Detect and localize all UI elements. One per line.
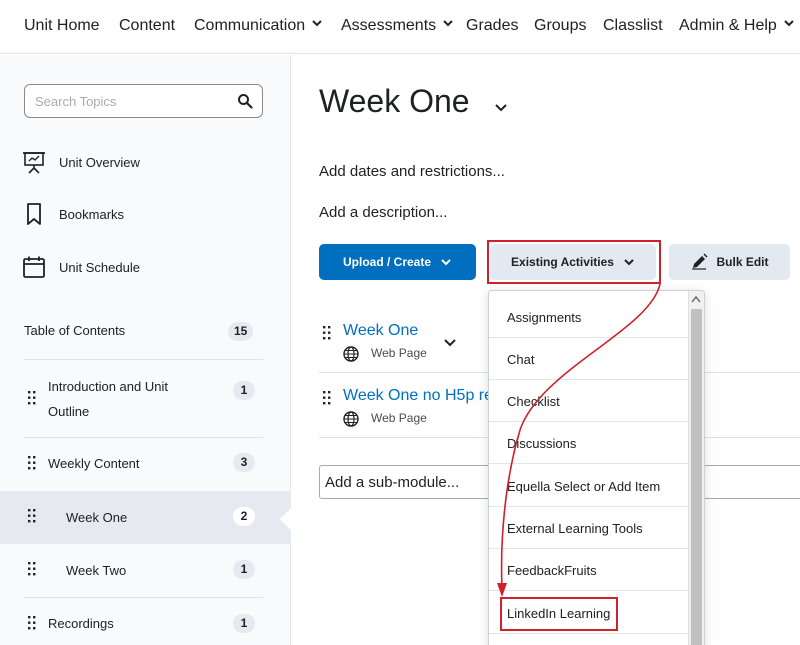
topic-item[interactable]: Week One Web Page [319,322,489,362]
toc-item-week-one[interactable]: Week One 2 [0,491,292,544]
chevron-down-icon[interactable] [443,336,457,350]
sidebar: Unit Overview Bookmarks Unit Schedule Ta… [0,55,292,645]
presentation-board-icon [23,152,45,174]
chevron-down-icon [784,20,794,27]
globe-icon [343,346,359,362]
menu-item-label: Checklist [507,394,560,409]
drag-handle-icon[interactable] [28,562,36,576]
bookmarks-link[interactable]: Bookmarks [22,201,124,227]
add-submodule-label: Add a sub-module... [325,474,460,491]
topic-type-label: Web Page [371,346,427,360]
search-icon[interactable] [237,93,253,109]
toc-item-label: Weekly Content [48,456,140,471]
menu-item-label: Chat [507,352,535,367]
menu-item-label: Discussions [507,436,577,451]
drag-handle-icon[interactable] [28,616,36,630]
nav-content[interactable]: Content [119,17,175,35]
nav-communication-label: Communication [194,17,306,34]
unit-schedule-link[interactable]: Unit Schedule [22,254,140,280]
pencil-icon [692,253,709,270]
chevron-down-icon[interactable] [494,101,508,115]
menu-item-equella[interactable]: Equella Select or Add Item [489,465,689,507]
nav-assessments-label: Assessments [341,17,437,34]
bulk-edit-button[interactable]: Bulk Edit [669,244,790,280]
menu-item-external-learning-tools[interactable]: External Learning Tools [489,507,689,549]
toc-item-count-badge: 1 [233,560,255,579]
search-input[interactable] [35,91,225,111]
toc-count-badge: 15 [228,322,254,341]
menu-item-label: FeedbackFruits [507,563,597,578]
chevron-down-icon [441,259,451,266]
unit-overview-label: Unit Overview [59,154,140,170]
drag-handle-icon[interactable] [323,326,331,340]
drag-handle-icon[interactable] [28,456,36,470]
nav-assessments[interactable]: Assessments [341,17,454,35]
unit-overview-link[interactable]: Unit Overview [22,149,140,175]
drag-handle-icon[interactable] [28,509,36,523]
search-box [24,84,263,118]
page-title[interactable]: Week One [319,83,470,120]
table-of-contents-heading[interactable]: Table of Contents [24,323,125,338]
upload-create-button[interactable]: Upload / Create [319,244,476,280]
bookmark-icon [27,203,41,225]
topic-item[interactable]: Week One no H5p re Web Page [319,387,493,427]
scrollbar[interactable] [688,291,704,645]
toc-item-count-badge: 1 [233,614,255,633]
nav-admin-help-label: Admin & Help [679,17,777,34]
menu-item-label: Equella Select or Add Item [507,479,661,494]
upload-create-label: Upload / Create [342,255,432,269]
highlight-box [500,597,618,631]
nav-groups[interactable]: Groups [534,17,586,35]
add-dates-link[interactable]: Add dates and restrictions... [319,163,505,180]
toc-item-introduction[interactable]: Introduction and Unit Outline 1 [0,360,291,437]
menu-item-label: Assignments [507,310,582,325]
toc-item-weekly-content[interactable]: Weekly Content 3 [0,438,291,490]
nav-communication[interactable]: Communication [194,17,323,35]
toc-item-label: Week Two [66,563,127,578]
add-description-link[interactable]: Add a description... [319,204,447,221]
toc-item-count-badge: 3 [233,453,255,472]
nav-classlist[interactable]: Classlist [603,17,663,35]
toc-item-week-two[interactable]: Week Two 1 [0,544,291,597]
nav-grades[interactable]: Grades [466,17,518,35]
toc-item-count-badge: 1 [233,381,255,400]
menu-item-chat[interactable]: Chat [489,338,689,380]
scrollbar-thumb[interactable] [691,309,702,645]
menu-item-assignments[interactable]: Assignments [489,296,689,338]
topic-type-label: Web Page [371,411,427,425]
scroll-up-arrow-icon[interactable] [691,295,701,303]
chevron-down-icon [312,20,322,27]
topic-title-link[interactable]: Week One [343,322,418,340]
globe-icon [343,411,359,427]
toc-item-label: Introduction and Unit Outline [48,379,168,419]
topic-title-link[interactable]: Week One no H5p re [343,387,493,405]
toc-item-recordings[interactable]: Recordings 1 [0,598,291,645]
chevron-down-icon [443,20,453,27]
nav-admin-help[interactable]: Admin & Help [679,17,795,35]
toc-item-label: Recordings [48,616,114,631]
unit-schedule-label: Unit Schedule [59,259,140,275]
bulk-edit-label: Bulk Edit [716,255,769,269]
menu-item-checklist[interactable]: Checklist [489,380,689,422]
menu-item-label: External Learning Tools [507,521,643,536]
menu-item-discussions[interactable]: Discussions [489,422,689,464]
existing-activities-menu: Assignments Chat Checklist Discussions E… [488,290,705,645]
menu-item-feedbackfruits[interactable]: FeedbackFruits [489,549,689,591]
selected-indicator [280,507,292,531]
bookmarks-label: Bookmarks [59,206,125,222]
nav-unit-home[interactable]: Unit Home [24,17,100,35]
top-navigation: Unit Home Content Communication Assessme… [0,0,800,54]
drag-handle-icon[interactable] [323,391,331,405]
toc-item-label: Week One [66,510,128,525]
calendar-icon [23,256,45,278]
toc-item-count-badge: 2 [233,507,255,526]
highlight-box [487,240,661,284]
drag-handle-icon[interactable] [28,391,36,405]
